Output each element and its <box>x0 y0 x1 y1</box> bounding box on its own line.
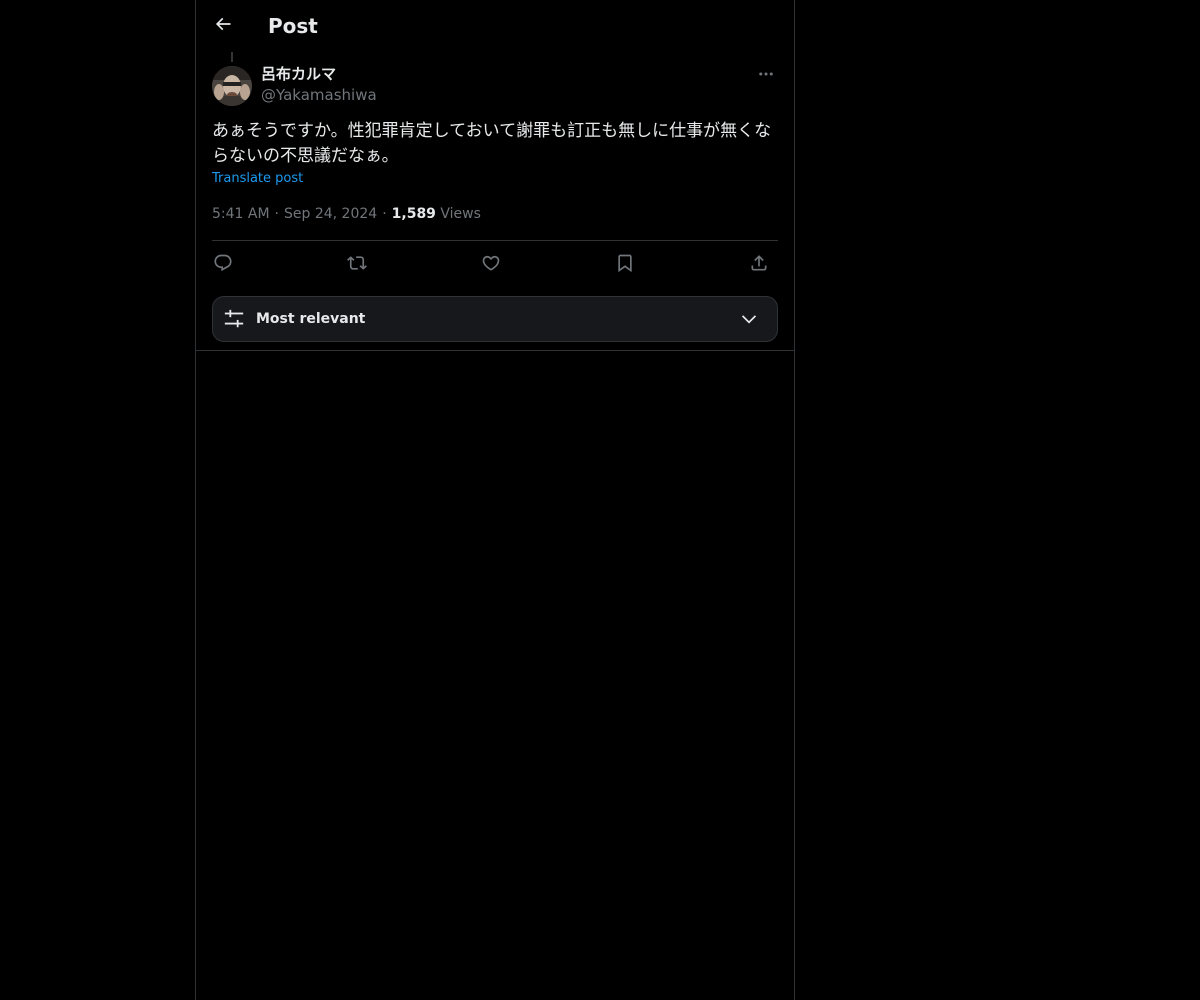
thread-connector-line <box>231 52 233 62</box>
post-date[interactable]: Sep 24, 2024 <box>284 206 377 222</box>
bookmark-button[interactable] <box>610 250 640 280</box>
divider <box>196 350 794 351</box>
like-button[interactable] <box>476 250 506 280</box>
post-meta: 5:41 AM · Sep 24, 2024 · 1,589 Views <box>212 204 481 224</box>
bookmark-icon <box>615 253 635 277</box>
arrow-left-icon <box>213 14 233 38</box>
share-icon <box>749 253 769 277</box>
reply-icon <box>213 253 233 277</box>
back-button[interactable] <box>206 9 240 43</box>
post-text: あぁそうですか。性犯罪肯定しておいて謝罪も訂正も無しに仕事が無くならないの不思議… <box>212 121 772 166</box>
page-title: Post <box>268 14 318 38</box>
translate-post-link[interactable]: Translate post <box>212 170 303 188</box>
chevron-down-icon <box>739 309 759 329</box>
main-column: Post 呂布カルマ @Yakamashiwa あぁそうですか。性犯罪肯定してお… <box>195 0 795 1000</box>
like-icon <box>481 253 501 277</box>
post-actions-bar <box>212 250 778 280</box>
more-horizontal-icon <box>757 65 775 87</box>
page-header: Post <box>196 0 794 53</box>
sliders-icon <box>223 308 245 330</box>
views-count: 1,589 <box>391 206 436 222</box>
divider <box>212 240 778 241</box>
post-author-row: 呂布カルマ @Yakamashiwa <box>212 64 778 108</box>
sort-label: Most relevant <box>256 311 366 327</box>
share-button[interactable] <box>744 250 774 280</box>
reply-button[interactable] <box>208 250 238 280</box>
meta-separator: · <box>382 206 387 222</box>
post-time[interactable]: 5:41 AM <box>212 206 270 222</box>
meta-separator: · <box>274 206 279 222</box>
views-label: Views <box>440 206 481 222</box>
reply-sort-dropdown[interactable]: Most relevant <box>212 296 778 342</box>
author-name[interactable]: 呂布カルマ <box>261 64 336 84</box>
avatar[interactable] <box>212 66 252 106</box>
repost-button[interactable] <box>342 250 372 280</box>
repost-icon <box>347 253 367 277</box>
author-handle[interactable]: @Yakamashiwa <box>261 85 377 105</box>
more-options-button[interactable] <box>754 64 778 88</box>
